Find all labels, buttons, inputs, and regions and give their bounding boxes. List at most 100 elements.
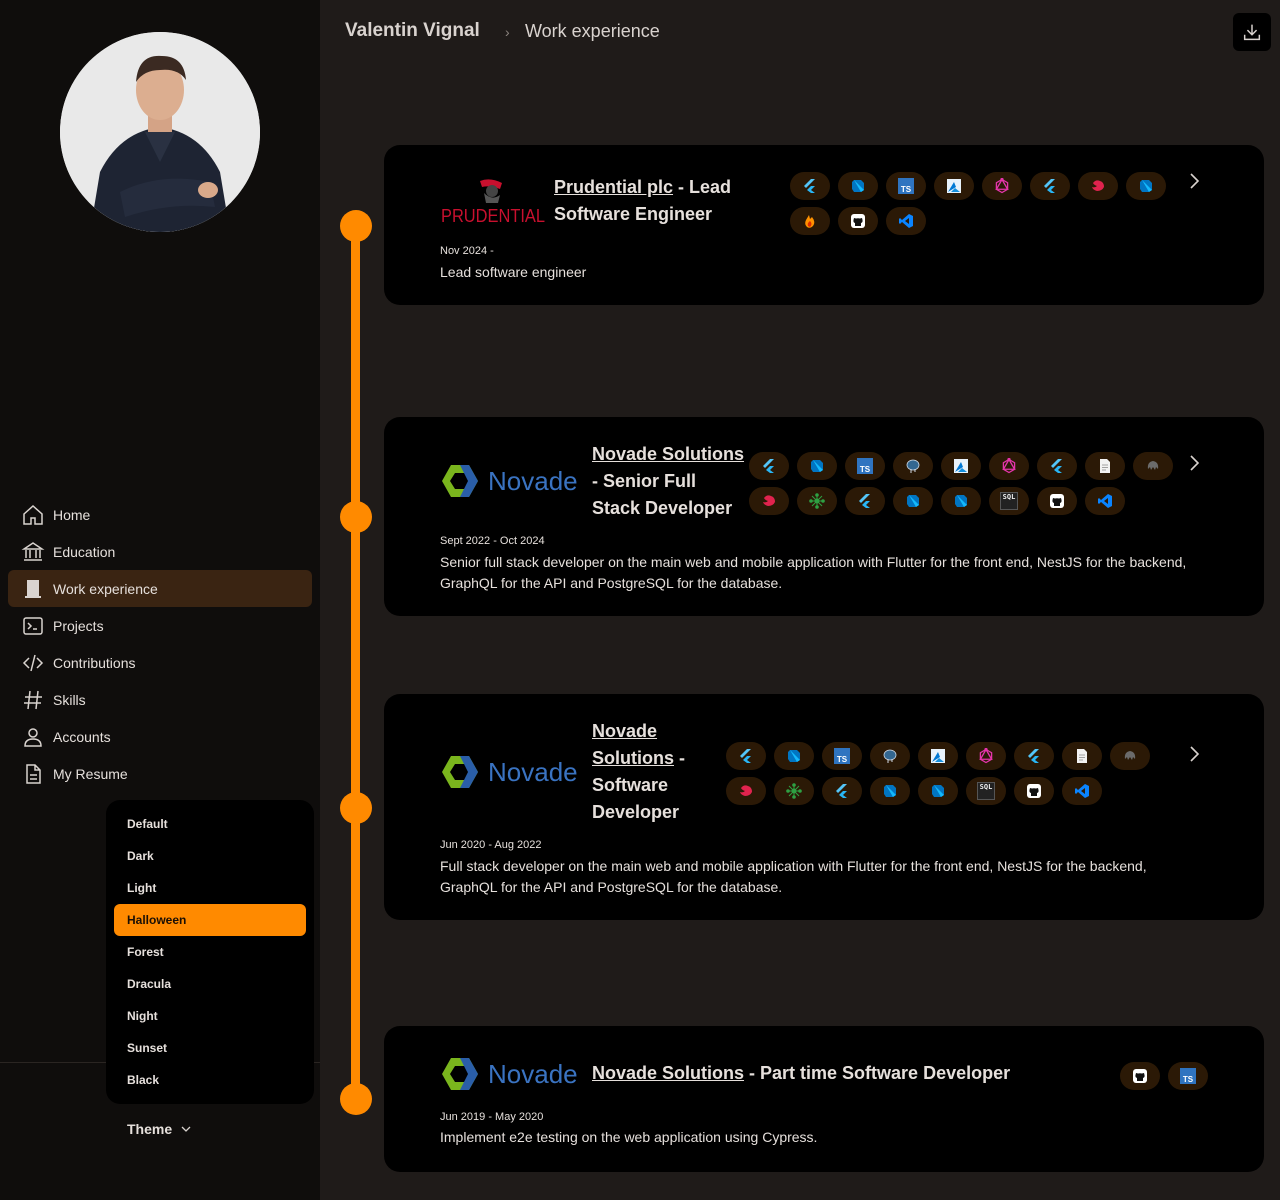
skill-chip[interactable] [790, 172, 830, 200]
dart-icon [907, 495, 919, 507]
company-link[interactable]: Prudential plc [554, 177, 673, 197]
theme-option-light[interactable]: Light [114, 872, 306, 904]
skill-chip[interactable] [1085, 452, 1125, 480]
timeline-dot [340, 501, 372, 533]
skill-chip[interactable] [797, 487, 837, 515]
skill-chip[interactable] [1014, 777, 1054, 805]
sidebar-item-label: Projects [53, 617, 104, 634]
theme-option-sunset[interactable]: Sunset [114, 1032, 306, 1064]
chevron-right-icon[interactable] [1182, 451, 1206, 475]
github-icon [1050, 494, 1064, 508]
skill-chip[interactable] [941, 487, 981, 515]
sidebar-item-my-resume[interactable]: My Resume [8, 755, 312, 792]
theme-dropdown-menu: Default Dark Light Halloween Forest Drac… [106, 800, 314, 1104]
skill-chip[interactable] [845, 487, 885, 515]
sidebar-item-work-experience[interactable]: Work experience [8, 570, 312, 607]
skill-chip[interactable] [870, 777, 910, 805]
azure-icon [954, 459, 968, 473]
dart-icon [1140, 180, 1152, 192]
theme-option-default[interactable]: Default [114, 808, 306, 840]
theme-option-black[interactable]: Black [114, 1064, 306, 1096]
skill-chip[interactable] [966, 742, 1006, 770]
skill-chip[interactable] [1110, 742, 1150, 770]
job-role: Software Engineer [554, 204, 713, 224]
skill-chip[interactable] [870, 742, 910, 770]
chevron-right-icon[interactable] [1182, 742, 1206, 766]
skill-chip[interactable]: TS [886, 172, 926, 200]
sidebar-item-label: My Resume [53, 765, 128, 782]
skill-chip[interactable] [790, 207, 830, 235]
company-link[interactable]: Solutions [592, 748, 674, 768]
skill-chip[interactable]: TS [1168, 1062, 1208, 1090]
skill-chip[interactable] [1120, 1062, 1160, 1090]
skill-chip[interactable] [989, 452, 1029, 480]
skills-list: TS [1120, 1062, 1220, 1090]
skill-chip[interactable] [1085, 487, 1125, 515]
skill-chip[interactable]: SQL [966, 777, 1006, 805]
theme-option-halloween[interactable]: Halloween [114, 904, 306, 936]
timeline-dot [340, 210, 372, 242]
skill-chip[interactable]: TS [845, 452, 885, 480]
skill-chip[interactable] [941, 452, 981, 480]
skill-chip[interactable] [893, 487, 933, 515]
octopus-icon [1147, 461, 1159, 470]
theme-option-dracula[interactable]: Dracula [114, 968, 306, 1000]
vscode-icon [1098, 494, 1112, 508]
typescript-icon: TS [1180, 1068, 1196, 1084]
sidebar-item-contributions[interactable]: Contributions [8, 644, 312, 681]
experience-card: PRUDENTIAL Prudential plc - Lead Softwar… [384, 145, 1264, 305]
skill-chip[interactable] [822, 777, 862, 805]
job-title: Novade Solutions - Part time Software De… [592, 1060, 1072, 1087]
skill-chip[interactable] [749, 487, 789, 515]
user-icon [24, 727, 42, 747]
company-logo: Novade [440, 1054, 584, 1094]
skill-chip[interactable] [1014, 742, 1054, 770]
skill-chip[interactable] [1078, 172, 1118, 200]
skill-chip[interactable] [774, 777, 814, 805]
skill-chip[interactable] [838, 172, 878, 200]
skill-chip[interactable] [918, 742, 958, 770]
company-link[interactable]: Novade Solutions [592, 1063, 744, 1083]
sidebar-item-accounts[interactable]: Accounts [8, 718, 312, 755]
skill-chip[interactable] [1030, 172, 1070, 200]
job-title: Prudential plc - Lead Software Engineer [554, 174, 764, 228]
chevron-right-icon[interactable] [1182, 169, 1206, 193]
skill-chip[interactable] [1062, 742, 1102, 770]
breadcrumb-name[interactable]: Valentin Vignal [345, 20, 480, 42]
skill-chip[interactable] [934, 172, 974, 200]
download-button[interactable] [1233, 13, 1271, 51]
skill-chip[interactable] [893, 452, 933, 480]
theme-button[interactable]: Theme [112, 1110, 208, 1148]
skill-chip[interactable] [1126, 172, 1166, 200]
dart-icon [932, 785, 944, 797]
company-logo: Novade [440, 461, 584, 501]
skill-chip[interactable] [1062, 777, 1102, 805]
theme-option-dark[interactable]: Dark [114, 840, 306, 872]
sidebar-item-home[interactable]: Home [8, 496, 312, 533]
github-icon [1027, 784, 1041, 798]
company-link[interactable]: Novade [592, 721, 657, 741]
sidebar-item-projects[interactable]: Projects [8, 607, 312, 644]
company-logo-text: Novade [488, 466, 578, 496]
sidebar-item-education[interactable]: Education [8, 533, 312, 570]
skill-chip[interactable] [1037, 487, 1077, 515]
skill-chip[interactable] [726, 742, 766, 770]
skill-chip[interactable] [797, 452, 837, 480]
skill-chip[interactable] [1133, 452, 1173, 480]
skill-chip[interactable] [982, 172, 1022, 200]
breadcrumb-separator: › [505, 24, 510, 40]
dart-icon [884, 785, 896, 797]
skill-chip[interactable] [726, 777, 766, 805]
skill-chip[interactable]: TS [822, 742, 862, 770]
company-link[interactable]: Novade Solutions [592, 444, 744, 464]
theme-option-night[interactable]: Night [114, 1000, 306, 1032]
skill-chip[interactable] [918, 777, 958, 805]
sidebar-item-skills[interactable]: Skills [8, 681, 312, 718]
skill-chip[interactable] [1037, 452, 1077, 480]
skill-chip[interactable] [774, 742, 814, 770]
skill-chip[interactable] [838, 207, 878, 235]
skill-chip[interactable] [886, 207, 926, 235]
theme-option-forest[interactable]: Forest [114, 936, 306, 968]
skill-chip[interactable]: SQL [989, 487, 1029, 515]
skill-chip[interactable] [749, 452, 789, 480]
